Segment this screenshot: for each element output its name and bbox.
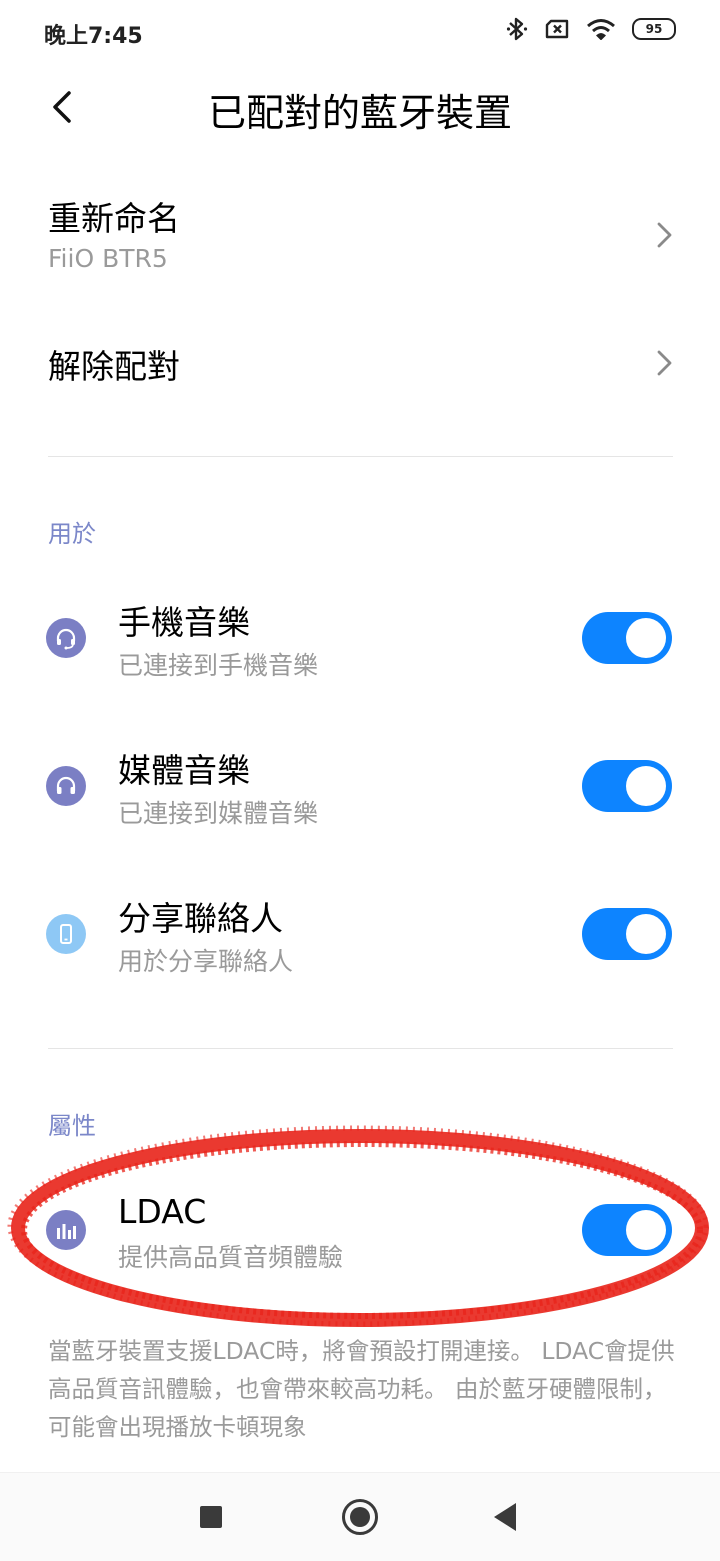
home-button[interactable]	[342, 1499, 378, 1535]
profile-subtitle: 用於分享聯絡人	[118, 947, 294, 976]
no-sim-icon	[545, 19, 569, 39]
section-header-used-for: 用於	[48, 520, 96, 548]
ldac-description: 當藍牙裝置支援LDAC時，將會預設打開連接。 LDAC會提供高品質音訊體驗，也會…	[48, 1337, 675, 1441]
unpair-title: 解除配對	[48, 347, 180, 386]
rename-row[interactable]: 重新命名 FiiO BTR5	[0, 178, 720, 298]
headphones-icon	[46, 766, 86, 806]
recents-button[interactable]	[200, 1506, 222, 1528]
profile-title: 媒體音樂	[118, 751, 250, 790]
divider	[48, 456, 673, 457]
profile-row-phone-audio: 手機音樂 已連接到手機音樂	[0, 590, 720, 690]
toggle-knob	[626, 766, 666, 806]
rename-title: 重新命名	[48, 199, 180, 238]
headset-mic-icon	[46, 618, 86, 658]
phone-audio-toggle[interactable]	[582, 612, 672, 664]
profile-subtitle: 已連接到手機音樂	[118, 651, 319, 680]
divider	[48, 1048, 673, 1049]
phone-icon	[46, 914, 86, 954]
contact-sharing-toggle[interactable]	[582, 908, 672, 960]
toggle-knob	[626, 618, 666, 658]
navigation-bar	[0, 1472, 720, 1561]
profile-row-media-audio: 媒體音樂 已連接到媒體音樂	[0, 738, 720, 838]
profile-title: 手機音樂	[118, 603, 250, 642]
status-icons: 95	[506, 16, 676, 42]
page-title: 已配對的藍牙裝置	[207, 91, 512, 135]
red-circle-annotation	[7, 1125, 709, 1327]
bluetooth-icon	[506, 17, 528, 41]
toggle-knob	[626, 914, 666, 954]
device-name: FiiO BTR5	[48, 244, 168, 273]
chevron-right-icon	[657, 222, 672, 248]
chevron-right-icon	[657, 350, 672, 376]
unpair-row[interactable]: 解除配對	[0, 322, 720, 406]
wifi-icon	[587, 19, 615, 40]
nav-back-button[interactable]	[494, 1503, 516, 1531]
profile-subtitle: 已連接到媒體音樂	[118, 799, 319, 828]
media-audio-toggle[interactable]	[582, 760, 672, 812]
status-time: 晚上7:45	[44, 24, 143, 49]
profile-row-contact-sharing: 分享聯絡人 用於分享聯絡人	[0, 886, 720, 986]
profile-title: 分享聯絡人	[118, 899, 283, 938]
battery-indicator: 95	[632, 18, 676, 40]
